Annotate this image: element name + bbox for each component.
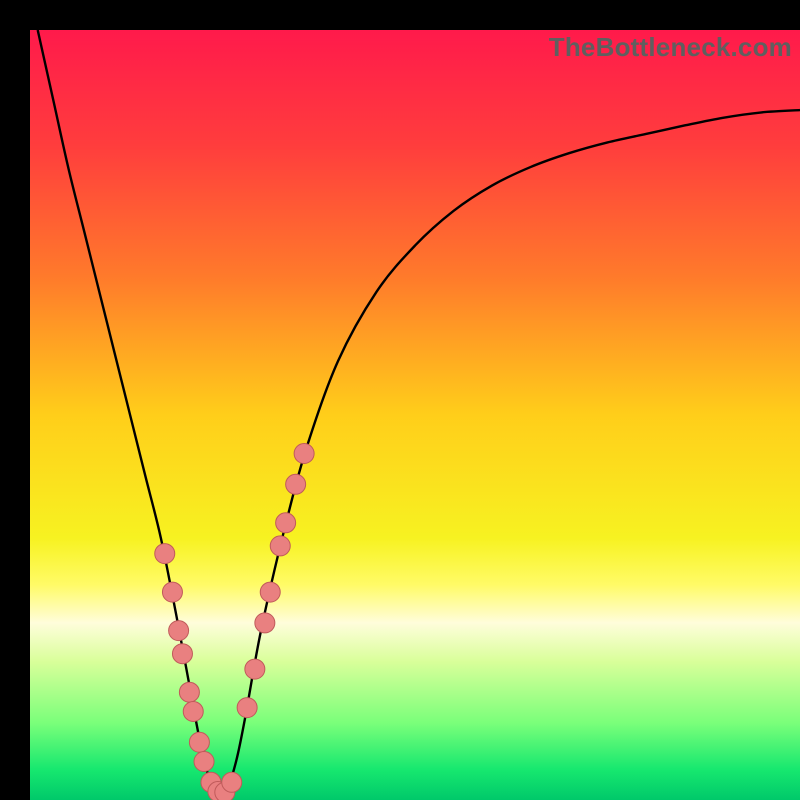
plot-area: TheBottleneck.com	[30, 30, 800, 800]
data-marker	[194, 752, 214, 772]
data-marker	[260, 582, 280, 602]
data-marker	[286, 474, 306, 494]
data-marker	[276, 513, 296, 533]
data-marker	[222, 772, 242, 792]
data-marker	[255, 613, 275, 633]
data-marker	[294, 444, 314, 464]
data-marker	[245, 659, 265, 679]
chart-frame: TheBottleneck.com	[0, 0, 800, 800]
data-marker	[237, 698, 257, 718]
watermark-text: TheBottleneck.com	[549, 32, 792, 63]
data-marker	[162, 582, 182, 602]
data-marker	[172, 644, 192, 664]
data-marker	[179, 682, 199, 702]
data-marker	[183, 701, 203, 721]
data-marker	[270, 536, 290, 556]
data-markers	[30, 30, 800, 800]
data-marker	[155, 544, 175, 564]
data-marker	[189, 732, 209, 752]
data-marker	[169, 621, 189, 641]
